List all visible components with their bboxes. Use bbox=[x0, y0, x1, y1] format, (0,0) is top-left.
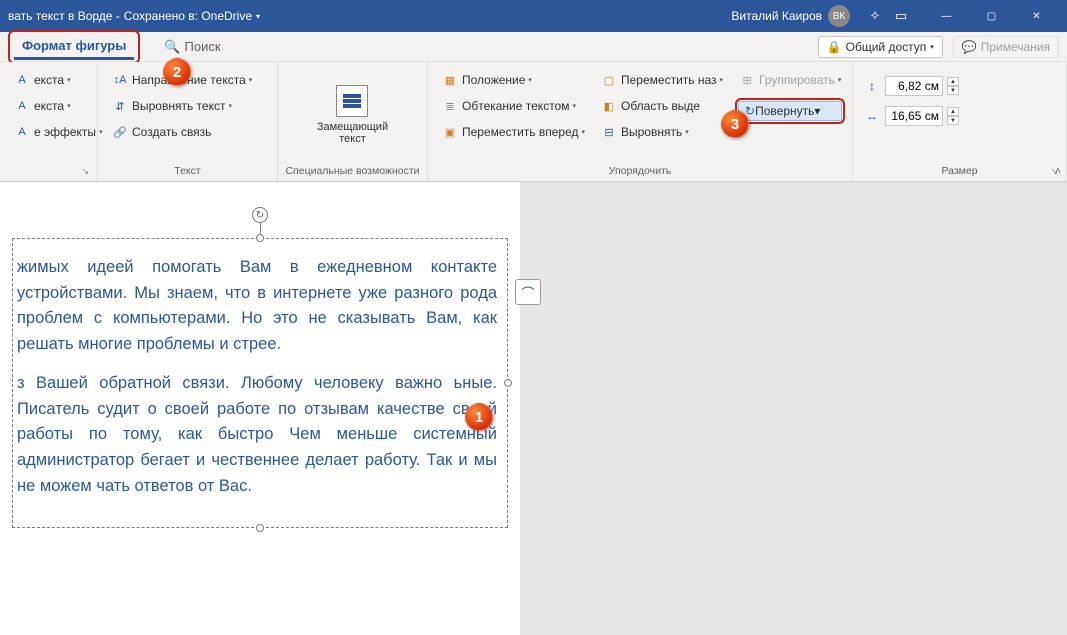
callout-badge-2: 2 bbox=[163, 58, 191, 86]
width-spin-up[interactable]: ▲ bbox=[947, 107, 959, 116]
document-page[interactable]: ↻ ⌒ жимых идеей помогать Вам в ежедневно… bbox=[0, 182, 520, 635]
comment-icon: 💬 bbox=[962, 40, 977, 54]
text-direction-icon: ↕A bbox=[112, 72, 128, 88]
group-label-arrange: Упорядочить bbox=[609, 165, 671, 177]
paragraph-1[interactable]: жимых идеей помогать Вам в ежедневном ко… bbox=[17, 255, 497, 357]
highlight-format-shape: Формат фигуры bbox=[8, 30, 140, 64]
resize-handle-right[interactable] bbox=[504, 379, 512, 387]
cmd-group: ⊞Группировать▾ bbox=[735, 70, 845, 90]
chevron-down-icon: ▾ bbox=[930, 43, 934, 51]
send-backward-icon: ▢ bbox=[601, 72, 617, 88]
cmd-text-effects[interactable]: Aе эффекты▾ bbox=[10, 122, 107, 142]
dialog-launcher-icon[interactable]: ↘ bbox=[81, 166, 89, 177]
height-spin-up[interactable]: ▲ bbox=[947, 77, 959, 86]
cmd-send-backward[interactable]: ▢Переместить наз▾ bbox=[597, 70, 727, 90]
callout-badge-1: 1 bbox=[465, 403, 493, 431]
width-input[interactable] bbox=[885, 106, 943, 126]
highlight-rotate: ↻ Повернуть ▾ bbox=[735, 98, 845, 124]
ribbon-display-icon[interactable]: ▭ bbox=[890, 5, 912, 27]
callout-badge-3: 3 bbox=[721, 110, 749, 138]
cmd-selection-pane[interactable]: ◧Область выде bbox=[597, 96, 727, 116]
maximize-button[interactable]: ▢ bbox=[969, 0, 1014, 32]
align-icon: ⊟ bbox=[601, 124, 617, 140]
cmd-rotate[interactable]: ↻ Повернуть ▾ bbox=[738, 101, 842, 121]
height-spin-down[interactable]: ▼ bbox=[947, 86, 959, 95]
share-icon: 🔒 bbox=[827, 40, 842, 54]
letter-effects-icon: A bbox=[14, 124, 30, 140]
chevron-down-icon: ▾ bbox=[256, 12, 260, 21]
search-icon: 🔍 bbox=[164, 39, 180, 55]
bring-forward-icon: ▣ bbox=[442, 124, 458, 140]
cmd-text-suffix-2[interactable]: Aекста▾ bbox=[10, 96, 107, 116]
rotate-handle[interactable]: ↻ bbox=[252, 207, 268, 223]
search-box[interactable]: 🔍 Поиск bbox=[164, 39, 220, 55]
sparkle-icon[interactable]: ✧ bbox=[864, 5, 886, 27]
resize-handle-top[interactable] bbox=[256, 234, 264, 242]
comments-button[interactable]: 💬 Примечания bbox=[953, 36, 1059, 58]
collapse-ribbon-button[interactable]: ˄ bbox=[1055, 166, 1061, 177]
ribbon-group-accessibility: Замещающий текст Специальные возможности bbox=[278, 62, 428, 181]
group-label-accessibility: Специальные возможности bbox=[285, 165, 419, 177]
title-bar: вать текст в Ворде - Сохранено в: OneDri… bbox=[0, 0, 1067, 32]
link-icon: 🔗 bbox=[112, 124, 128, 140]
cmd-position[interactable]: ▦Положение▾ bbox=[438, 70, 589, 90]
cmd-bring-forward[interactable]: ▣Переместить вперед▾ bbox=[438, 122, 589, 142]
document-area: ↻ ⌒ жимых идеей помогать Вам в ежедневно… bbox=[0, 182, 1067, 635]
alt-text-icon bbox=[336, 85, 368, 117]
width-icon: ↔ bbox=[863, 109, 881, 123]
cmd-alt-text[interactable]: Замещающий текст bbox=[307, 66, 398, 163]
width-field-row: ↔ ▲▼ bbox=[863, 106, 959, 126]
cmd-create-link[interactable]: 🔗Создать связь bbox=[108, 122, 256, 142]
text-box-selected[interactable]: ↻ ⌒ жимых идеей помогать Вам в ежедневно… bbox=[12, 238, 508, 528]
ribbon-group-styles: Aекста▾ Aекста▾ Aе эффекты▾ ↘ bbox=[0, 62, 98, 181]
group-label-size: Размер bbox=[941, 165, 977, 177]
tab-format-shape[interactable]: Формат фигуры bbox=[14, 34, 134, 60]
cmd-align-text[interactable]: ⇵Выровнять текст▾ bbox=[108, 96, 256, 116]
height-icon: ↕ bbox=[863, 79, 881, 93]
cmd-text-suffix[interactable]: Aекста▾ bbox=[10, 70, 107, 90]
ribbon-tabs-row: Формат фигуры 🔍 Поиск 🔒 Общий доступ ▾ 💬… bbox=[0, 32, 1067, 62]
group-icon: ⊞ bbox=[739, 72, 755, 88]
selection-pane-icon: ◧ bbox=[601, 98, 617, 114]
wrap-text-icon: ≣ bbox=[442, 98, 458, 114]
width-spin-down[interactable]: ▼ bbox=[947, 116, 959, 125]
paragraph-2[interactable]: з Вашей обратной связи. Любому человеку … bbox=[17, 371, 497, 499]
share-button[interactable]: 🔒 Общий доступ ▾ bbox=[818, 36, 943, 58]
ribbon-group-size: ↕ ▲▼ ↔ ▲▼ Размер↘ bbox=[853, 62, 1067, 181]
close-button[interactable]: ✕ bbox=[1014, 0, 1059, 32]
ribbon: Aекста▾ Aекста▾ Aе эффекты▾ ↘ ↕AНаправле… bbox=[0, 62, 1067, 182]
group-label-text: Текст bbox=[174, 165, 200, 177]
user-name[interactable]: Виталий Каиров bbox=[731, 9, 822, 23]
height-input[interactable] bbox=[885, 76, 943, 96]
align-text-icon: ⇵ bbox=[112, 98, 128, 114]
letter-icon: A bbox=[14, 72, 30, 88]
resize-handle-bottom[interactable] bbox=[256, 524, 264, 532]
document-title: вать текст в Ворде - bbox=[8, 9, 120, 23]
layout-options-button[interactable]: ⌒ bbox=[515, 279, 541, 305]
letter-outline-icon: A bbox=[14, 98, 30, 114]
cmd-wrap-text[interactable]: ≣Обтекание текстом▾ bbox=[438, 96, 589, 116]
cmd-align[interactable]: ⊟Выровнять▾ bbox=[597, 122, 727, 142]
document-background bbox=[520, 182, 1067, 635]
height-field-row: ↕ ▲▼ bbox=[863, 76, 959, 96]
save-location[interactable]: Сохранено в: OneDrive ▾ bbox=[124, 9, 260, 23]
position-icon: ▦ bbox=[442, 72, 458, 88]
minimize-button[interactable]: — bbox=[924, 0, 969, 32]
avatar[interactable]: ВК bbox=[828, 5, 850, 27]
ribbon-group-arrange: ▦Положение▾ ≣Обтекание текстом▾ ▣Перемес… bbox=[428, 62, 853, 181]
